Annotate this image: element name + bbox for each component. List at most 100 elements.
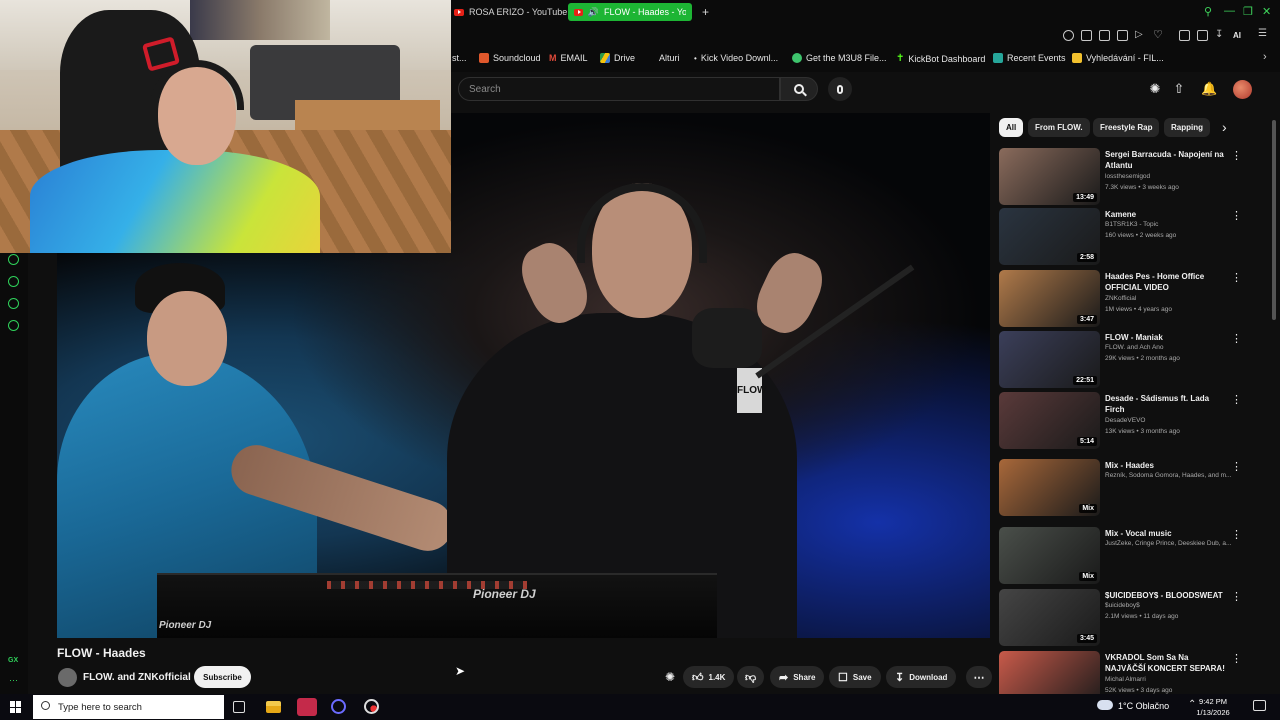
recommendation-item[interactable]: Mix Mix - Vocal music JustŽeke, Cringe Pri… <box>999 527 1249 585</box>
share-button[interactable]: ➦ Share <box>770 666 825 688</box>
cube-icon[interactable] <box>8 298 19 309</box>
like-button[interactable]: 👍︎ 1.4K <box>683 666 735 688</box>
taskbar-search-input[interactable]: Type here to search <box>33 695 224 719</box>
recommendation-title[interactable]: Sergei Barracuda - Napojení na Atlantu <box>1105 149 1227 171</box>
recommendation-channel[interactable]: B1TSR1K3 - Topic <box>1105 221 1233 228</box>
obs-icon[interactable] <box>364 699 379 714</box>
more-vertical-icon[interactable]: ⋮ <box>1231 460 1242 473</box>
tab-rosa-erizo[interactable]: ROSA ERIZO - YouTube <box>448 3 573 21</box>
extensions-icon[interactable] <box>1179 30 1190 41</box>
bookmark-item[interactable]: st... <box>452 53 467 63</box>
bookmarks-overflow-icon[interactable]: › <box>1263 51 1267 63</box>
download-button[interactable]: ↧ Download <box>886 666 957 688</box>
more-vertical-icon[interactable]: ⋮ <box>1231 393 1242 406</box>
opera-gx-icon[interactable] <box>297 698 317 716</box>
recommendation-item[interactable]: 22:51 FLOW - Maniak FLOW. and Ach Ano 29K v… <box>999 331 1249 389</box>
settings-gear-icon[interactable] <box>8 320 19 331</box>
recommendation-item[interactable]: 2:58 Kamene B1TSR1K3 - Topic 160 views • 2 … <box>999 208 1249 266</box>
subscribe-button[interactable]: Subscribe <box>194 666 251 688</box>
recommendation-channel[interactable]: DesadeVEVO <box>1105 417 1233 424</box>
bookmark-fil[interactable]: Vyhledávání - FIL... <box>1072 53 1164 63</box>
recommendation-item[interactable]: 3:45 $UICIDEBOY$ - BLOODSWEAT $uicideboy$ 2… <box>999 589 1249 647</box>
bookmark-alturi[interactable]: Alturi <box>659 53 680 63</box>
recommendation-thumbnail[interactable]: 3:47 <box>999 270 1100 327</box>
clock-icon[interactable] <box>8 276 19 287</box>
app-icon[interactable] <box>331 699 346 714</box>
recommendation-title[interactable]: Kamene <box>1105 209 1227 220</box>
save-button[interactable]: ☐ Save <box>829 666 881 688</box>
voice-search-button[interactable] <box>828 77 852 101</box>
weather-text[interactable]: 1°C Oblačno <box>1118 701 1169 711</box>
notifications-icon[interactable] <box>1253 700 1266 711</box>
maximize-icon[interactable]: ❐ <box>1243 5 1253 18</box>
channel-name[interactable]: FLOW. and ZNKofficial <box>83 672 191 683</box>
shield-icon[interactable] <box>1117 30 1128 41</box>
upload-icon[interactable]: ⇧ <box>1172 82 1186 96</box>
minimize-icon[interactable]: — <box>1224 5 1235 17</box>
recommendation-title[interactable]: FLOW - Maniak <box>1105 332 1227 343</box>
scrollbar[interactable] <box>1272 120 1276 320</box>
pin-icon[interactable] <box>1081 30 1092 41</box>
heart-icon[interactable]: ♡ <box>1153 28 1164 41</box>
task-view-icon[interactable] <box>233 701 245 713</box>
history-icon[interactable] <box>8 254 19 265</box>
taskbar-clock[interactable]: 9:42 PM 1/13/2026 <box>1196 696 1230 718</box>
recommendation-item[interactable]: 5:14 Desade - Sádismus ft. Lada Firch Desa… <box>999 392 1249 450</box>
recommendation-title[interactable]: Mix - Haades <box>1105 460 1227 471</box>
bookmark-kick-downloader[interactable]: • Kick Video Downl... <box>694 53 778 63</box>
download-icon[interactable]: ↧ <box>1215 29 1226 40</box>
chip-rapping[interactable]: Rapping <box>1164 118 1210 137</box>
search-tabs-icon[interactable]: ⚲ <box>1204 5 1212 18</box>
extension-icon[interactable]: ✺ <box>665 670 675 684</box>
chips-next-icon[interactable]: › <box>1222 119 1227 135</box>
ai-button[interactable]: AI <box>1233 31 1241 42</box>
recommendation-title[interactable]: Haades Pes - Home Office OFFICIAL VIDEO <box>1105 271 1227 293</box>
recommendation-thumbnail[interactable]: 3:45 <box>999 589 1100 646</box>
more-actions-button[interactable]: ⋯ <box>966 666 992 688</box>
recommendation-channel[interactable]: Řezník, Sodoma Gomora, Haades, and m... <box>1105 472 1233 479</box>
zoom-icon[interactable] <box>1063 30 1074 41</box>
recommendation-channel[interactable]: FLOW. and Ach Ano <box>1105 344 1233 351</box>
chip-freestyle-rap[interactable]: Freestyle Rap <box>1093 118 1160 137</box>
file-explorer-icon[interactable] <box>266 701 281 713</box>
recommendation-channel[interactable]: Michal Almarri <box>1105 676 1233 683</box>
recommendation-channel[interactable]: $uicideboy$ <box>1105 602 1233 609</box>
share-icon[interactable] <box>1197 30 1208 41</box>
more-vertical-icon[interactable]: ⋮ <box>1231 590 1242 603</box>
tab-flow-haades[interactable]: 🔊 FLOW - Haades - YouT <box>568 3 692 21</box>
recommendation-thumbnail[interactable]: Mix <box>999 527 1100 584</box>
more-vertical-icon[interactable]: ⋮ <box>1231 149 1242 162</box>
recommendation-thumbnail[interactable]: 22:51 <box>999 331 1100 388</box>
recommendation-thumbnail[interactable]: 5:14 <box>999 392 1100 449</box>
recommendation-thumbnail[interactable]: 2:58 <box>999 208 1100 265</box>
recommendation-thumbnail[interactable]: Mix <box>999 459 1100 516</box>
recommendation-title[interactable]: VKRADOL Som Sa Na NAJVÄČŠÍ KONCERT SEPAR… <box>1105 652 1227 674</box>
bookmark-m3u8[interactable]: Get the M3U8 File... <box>792 53 887 63</box>
recommendation-item[interactable]: Mix Mix - Haades Řezník, Sodoma Gomora, Ha… <box>999 459 1249 517</box>
menu-icon[interactable]: ☰ <box>1258 28 1269 39</box>
user-avatar[interactable] <box>1233 80 1252 99</box>
recommendation-title[interactable]: Desade - Sádismus ft. Lada Firch <box>1105 393 1227 415</box>
more-icon[interactable]: ⋯ <box>9 675 18 686</box>
recommendation-item[interactable]: 13:49 Sergei Barracuda - Napojení na Atla… <box>999 148 1249 206</box>
search-input[interactable]: Search <box>458 77 780 101</box>
screenshot-icon[interactable] <box>1099 30 1110 41</box>
more-vertical-icon[interactable]: ⋮ <box>1231 332 1242 345</box>
recommendation-thumbnail[interactable]: 13:49 <box>999 148 1100 205</box>
bookmark-email[interactable]: M EMAIL <box>549 53 588 63</box>
close-icon[interactable]: ✕ <box>1262 5 1271 18</box>
play-icon[interactable]: ▷ <box>1135 29 1146 40</box>
search-button[interactable] <box>780 77 818 101</box>
more-vertical-icon[interactable]: ⋮ <box>1231 528 1242 541</box>
bookmark-drive[interactable]: Drive <box>600 53 635 63</box>
channel-avatar[interactable] <box>58 668 77 687</box>
recommendation-title[interactable]: $UICIDEBOY$ - BLOODSWEAT <box>1105 590 1227 601</box>
new-tab-button[interactable]: + <box>696 3 715 21</box>
notifications-bell-icon[interactable]: 🔔 <box>1201 82 1217 96</box>
more-vertical-icon[interactable]: ⋮ <box>1231 271 1242 284</box>
recommendation-title[interactable]: Mix - Vocal music <box>1105 528 1227 539</box>
chip-from-flow[interactable]: From FLOW. <box>1028 118 1090 137</box>
recommendation-item[interactable]: 3:47 Haades Pes - Home Office OFFICIAL VI… <box>999 270 1249 328</box>
recommendation-channel[interactable]: JustŽeke, Cringe Prince, Deeskiee Dub, a… <box>1105 540 1233 547</box>
bookmark-soundcloud[interactable]: Soundcloud <box>479 53 541 63</box>
